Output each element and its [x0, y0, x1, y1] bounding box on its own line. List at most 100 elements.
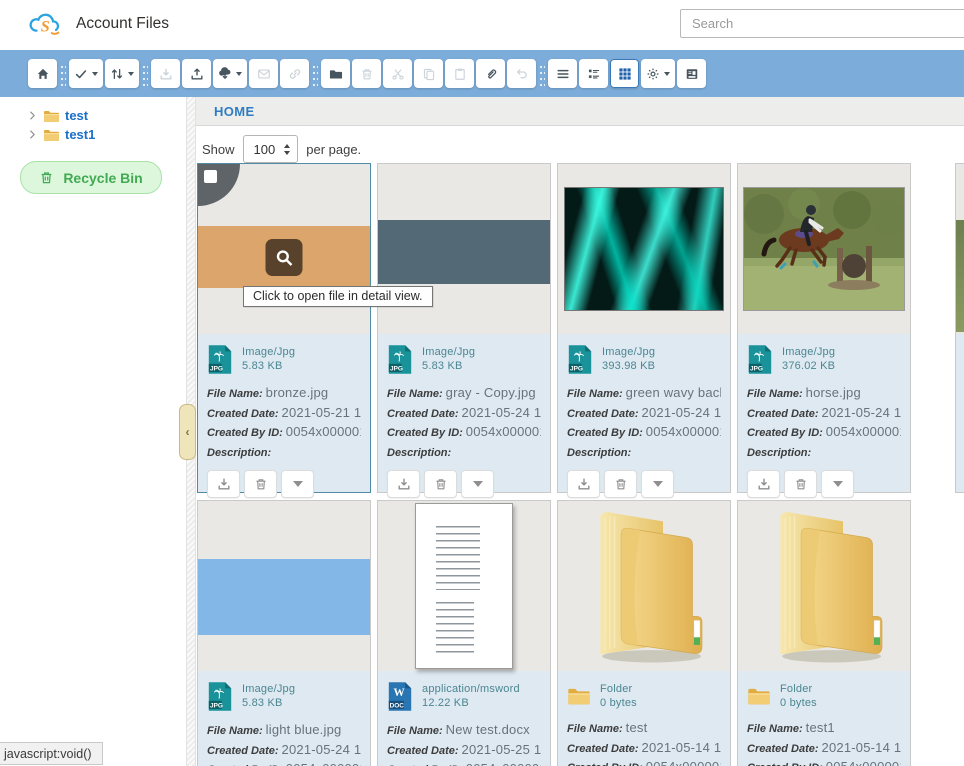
folder-label: test1 [65, 127, 95, 142]
download-button[interactable] [387, 470, 420, 498]
file-card-partial [955, 163, 964, 493]
more-button[interactable] [821, 470, 854, 498]
created-date-value: 2021-05-25 14:3... [462, 742, 541, 757]
select-checkbox[interactable] [198, 164, 240, 206]
toolbar-settings-button[interactable] [641, 59, 675, 88]
file-card[interactable]: Image/Jpg 5.83 KB File Name:gray - Copy.… [377, 163, 551, 493]
caret-down-icon [653, 481, 663, 487]
spinner-down-icon[interactable] [284, 151, 290, 155]
download-button[interactable] [567, 470, 600, 498]
toolbar-detail-list-view-button[interactable] [579, 59, 608, 88]
per-page-value: 100 [254, 142, 276, 157]
recycle-bin-button[interactable]: Recycle Bin [20, 161, 162, 194]
breadcrumb-home[interactable]: HOME [214, 104, 255, 119]
file-thumbnail[interactable] [738, 164, 910, 334]
delete-button[interactable] [604, 470, 637, 498]
folder-small-icon [567, 686, 591, 706]
toolbar-undo-button[interactable] [507, 59, 536, 88]
svg-text:S: S [41, 19, 50, 36]
sidebar-item-test1[interactable]: test1 [0, 125, 186, 144]
file-name-value: bronze.jpg [266, 385, 329, 400]
file-info: Image/Jpg 376.02 KB File Name:horse.jpg … [738, 334, 910, 492]
file-name-row: File Name:green wavy backgro... [567, 384, 721, 404]
cut-icon [391, 67, 405, 81]
image-thumbnail [378, 220, 550, 284]
file-card[interactable]: application/msword 12.22 KB File Name:Ne… [377, 500, 551, 766]
open-detail-button[interactable] [266, 239, 303, 276]
toolbar-grid-view-button[interactable] [610, 59, 639, 88]
toolbar-attach-button[interactable] [476, 59, 505, 88]
file-card[interactable]: Image/Jpg 5.83 KB File Name:bronze.jpg C… [197, 163, 371, 493]
per-page-input[interactable]: 100 [243, 135, 299, 163]
toolbar-cut-button[interactable] [383, 59, 412, 88]
file-name-row: File Name:light blue.jpg [207, 721, 361, 741]
file-card[interactable]: Image/Jpg 5.83 KB File Name:light blue.j… [197, 500, 371, 766]
folder-label: test [65, 108, 88, 123]
toolbar-select-button[interactable] [69, 59, 103, 88]
file-thumbnail [956, 164, 964, 334]
created-date-row: Created Date:2021-05-24 19:0... [207, 741, 361, 761]
file-thumbnail[interactable] [198, 164, 370, 334]
toolbar-separator [312, 62, 318, 86]
toolbar-separator [60, 62, 66, 86]
sidebar-item-test[interactable]: test [0, 106, 186, 125]
file-thumbnail[interactable] [378, 164, 550, 334]
toolbar-delete-button[interactable] [352, 59, 381, 88]
created-by-value: 0054x000001yD... [286, 761, 361, 766]
file-size-label: 393.98 KB [602, 360, 655, 374]
toolbar-home-button[interactable] [28, 59, 57, 88]
delete-button[interactable] [784, 470, 817, 498]
card-actions [747, 470, 901, 498]
more-button[interactable] [461, 470, 494, 498]
created-date-row: Created Date:2021-05-25 14:3... [387, 741, 541, 761]
toolbar-download-button[interactable] [151, 59, 180, 88]
file-info [956, 334, 964, 492]
file-type-icon-wrap [747, 344, 773, 375]
file-thumbnail[interactable] [558, 164, 730, 334]
file-card[interactable]: Folder 0 bytes File Name:test Created Da… [557, 500, 731, 766]
file-name-value: horse.jpg [806, 385, 861, 400]
file-card[interactable]: Folder 0 bytes File Name:test1 Created D… [737, 500, 911, 766]
file-size-label: 12.22 KB [422, 697, 520, 711]
toolbar-paste-button[interactable] [445, 59, 474, 88]
spinner-up-icon[interactable] [284, 144, 290, 148]
more-button[interactable] [641, 470, 674, 498]
file-thumbnail[interactable] [558, 501, 730, 671]
file-card[interactable]: Image/Jpg 393.98 KB File Name:green wavy… [557, 163, 731, 493]
folder-small-icon [747, 686, 771, 706]
toolbar-new-folder-button[interactable] [321, 59, 350, 88]
chevron-right-icon [27, 110, 38, 121]
recycle-bin-label: Recycle Bin [63, 170, 142, 186]
file-type-label: Image/Jpg [242, 346, 295, 360]
doc-file-icon [387, 681, 413, 712]
download-icon [757, 477, 771, 491]
file-name-row: File Name:New test.docx [387, 721, 541, 741]
file-thumbnail[interactable] [198, 501, 370, 671]
toolbar-copy-button[interactable] [414, 59, 443, 88]
toolbar-email-button[interactable] [249, 59, 278, 88]
toolbar-list-view-button[interactable] [548, 59, 577, 88]
spinner-arrows[interactable] [284, 144, 290, 155]
toolbar-info-panel-button[interactable] [677, 59, 706, 88]
file-thumbnail[interactable] [738, 501, 910, 671]
delete-button[interactable] [424, 470, 457, 498]
description-row: Description: [747, 443, 901, 463]
file-card[interactable]: Image/Jpg 376.02 KB File Name:horse.jpg … [737, 163, 911, 493]
download-button[interactable] [747, 470, 780, 498]
toolbar-upload-button[interactable] [182, 59, 211, 88]
file-thumbnail[interactable] [378, 501, 550, 671]
download-button[interactable] [207, 470, 240, 498]
more-button[interactable] [281, 470, 314, 498]
toolbar-cloud-download-button[interactable] [213, 59, 247, 88]
description-row: Description: [567, 443, 721, 463]
file-info: Image/Jpg 5.83 KB File Name:gray - Copy.… [378, 334, 550, 492]
copy-icon [422, 67, 436, 81]
delete-button[interactable] [244, 470, 277, 498]
search-input[interactable] [680, 9, 964, 38]
file-type-icon-wrap [207, 681, 233, 712]
trash-icon [360, 67, 374, 81]
toolbar-sort-button[interactable] [105, 59, 139, 88]
file-type-icon-wrap [747, 681, 771, 706]
toolbar-link-button[interactable] [280, 59, 309, 88]
sidebar-collapse-handle[interactable]: ‹ [179, 404, 196, 460]
